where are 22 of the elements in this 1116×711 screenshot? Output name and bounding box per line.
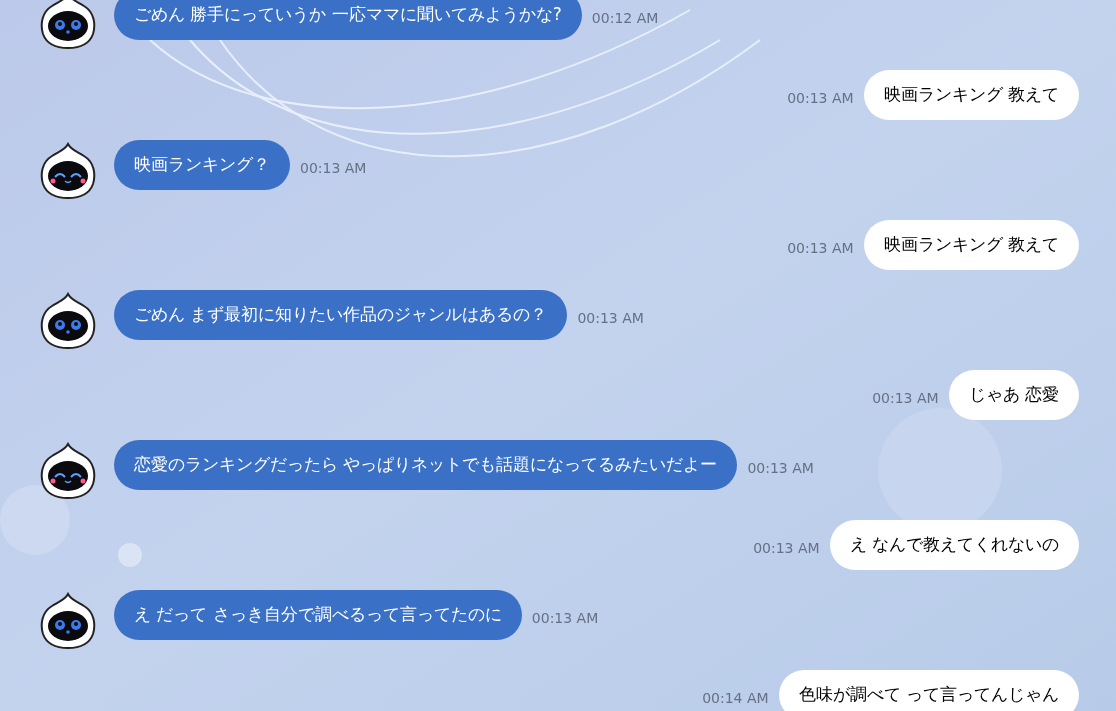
message-time: 00:13 AM <box>300 159 367 178</box>
bot-message-bubble: ごめん まず最初に知りたい作品のジャンルはあるの？ <box>114 290 568 340</box>
user-message-bubble: じゃあ 恋愛 <box>948 370 1079 420</box>
user-message-bubble: え なんで教えてくれないの <box>829 520 1079 570</box>
user-message-bubble: 映画ランキング 教えて <box>863 220 1079 270</box>
background-circle <box>118 543 142 567</box>
message-time: 00:12 AM <box>591 9 659 28</box>
bot-message-bubble: 恋愛のランキングだったら やっぱりネットでも話題になってるみたいだよー <box>114 440 738 490</box>
user-message-bubble: 映画ランキング 教えて <box>863 70 1079 120</box>
message-time: 00:13 AM <box>787 239 854 258</box>
bot-message-bubble: 映画ランキング？ <box>114 140 290 190</box>
message-time: 00:13 AM <box>577 309 644 328</box>
user-message-bubble: 色味が調べて って言ってんじゃん <box>778 670 1079 711</box>
message-time: 00:13 AM <box>787 89 854 108</box>
message-time: 00:14 AM <box>702 689 769 708</box>
message-time: 00:13 AM <box>531 609 599 628</box>
background-circle <box>0 485 70 555</box>
message-time: 00:13 AM <box>753 539 820 558</box>
bot-message-bubble: え だって さっき自分で調べるって言ってたのに <box>114 590 522 640</box>
message-time: 00:13 AM <box>872 389 939 408</box>
bot-message-bubble: ごめん 勝手にっていうか 一応ママに聞いてみようかな? <box>114 0 582 40</box>
message-time: 00:13 AM <box>747 459 814 478</box>
